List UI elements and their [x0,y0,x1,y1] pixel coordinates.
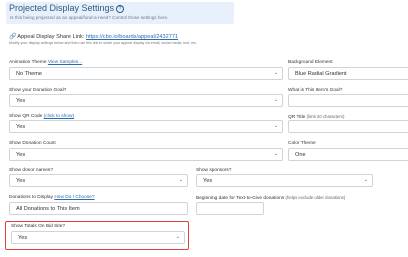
sponsors-label: Show sponsors? [196,168,232,173]
qr-code-label: Show QR Code (click to show) [9,114,74,119]
donation-count-value: Yes [16,152,26,158]
share-link-label: Appeal Display Share Link: [17,34,85,40]
color-theme-select[interactable]: One [288,148,408,161]
donations-to-display-select[interactable]: All Donations to This Item [9,202,188,215]
info-circle-icon[interactable]: ? [116,5,125,13]
beginning-date-label: Beginning date for Text-to-Give donation… [196,195,345,201]
animation-theme-label-text: Animation Theme [9,60,47,65]
donor-names-value: Yes [16,178,26,184]
background-element-label: Background Element [288,60,333,65]
chevron-down-icon: ⌄ [273,97,278,103]
share-link-url[interactable]: https://cbo.io/boards/appeal/2432771 [86,34,178,40]
animation-theme-value: No Theme [16,71,43,77]
donation-count-select[interactable]: Yes ⌄ [9,148,283,161]
totals-on-bid-site-label: Show Totals On Bid Site? [11,224,66,229]
color-theme-value: One [295,152,306,158]
beginning-date-hint: (helps exclude older donations) [285,195,346,200]
chevron-down-icon: ⌄ [363,177,368,183]
donations-to-display-value: All Donations to This Item [16,206,80,212]
animation-theme-label: Animation Theme View Samples... [9,60,82,65]
qr-title-hint: (limit 20 characters) [306,114,345,119]
beginning-date-label-text: Beginning date for Text-to-Give donation… [196,196,285,201]
chevron-down-icon: ⌄ [273,123,278,129]
donor-names-select[interactable]: Yes ⌄ [9,174,188,187]
how-do-i-choose-link[interactable]: How Do I Choose? [54,195,94,200]
sponsors-select[interactable]: Yes ⌄ [196,174,373,187]
totals-on-bid-site-value: Yes [18,235,28,241]
page-title-text: Projected Display Settings [9,3,115,13]
donation-count-label: Show Donation Count [9,141,56,146]
totals-on-bid-site-select[interactable]: Yes ⌄ [11,231,185,244]
share-link-row: 🔗 Appeal Display Share Link: https://cbo… [9,33,178,40]
chevron-down-icon: ⌄ [175,234,180,240]
items-goal-input[interactable] [288,94,408,107]
qr-click-to-show-link[interactable]: (click to show) [44,114,74,119]
share-link-note: Modify your display settings below and t… [9,41,197,45]
qr-code-value: Yes [16,124,26,130]
chevron-down-icon: ⌄ [273,151,278,157]
items-goal-label: What is This Item's Goal? [288,88,343,93]
qr-code-select[interactable]: Yes ⌄ [9,120,283,133]
chevron-down-icon: ⌄ [178,177,183,183]
view-samples-link[interactable]: View Samples... [48,60,82,65]
donor-names-label: Show donor names? [9,168,53,173]
color-theme-label: Color Theme [288,141,316,146]
chevron-down-icon: ⌄ [273,70,278,76]
background-element-value: Blue Radial Gradient [295,71,347,77]
beginning-date-input[interactable] [196,202,264,215]
donations-to-display-label: Donations to Display How Do I Choose? [9,195,95,200]
link-icon: 🔗 [9,34,17,40]
donations-to-display-label-text: Donations to Display [9,195,53,200]
donation-goal-value: Yes [16,98,26,104]
qr-code-label-text: Show QR Code [9,114,43,119]
donation-goal-label: Show your Donation Goal? [9,88,67,93]
background-element-select[interactable]: Blue Radial Gradient [288,67,408,80]
page-subtitle: Is this being projected as an appeal/fun… [10,15,169,20]
sponsors-value: Yes [203,178,213,184]
settings-banner: Projected Display Settings? Is this bein… [6,2,234,24]
qr-title-input[interactable] [288,120,408,133]
page-title: Projected Display Settings? [9,3,125,13]
animation-theme-select[interactable]: No Theme ⌄ [9,67,283,80]
donation-goal-select[interactable]: Yes ⌄ [9,94,283,107]
